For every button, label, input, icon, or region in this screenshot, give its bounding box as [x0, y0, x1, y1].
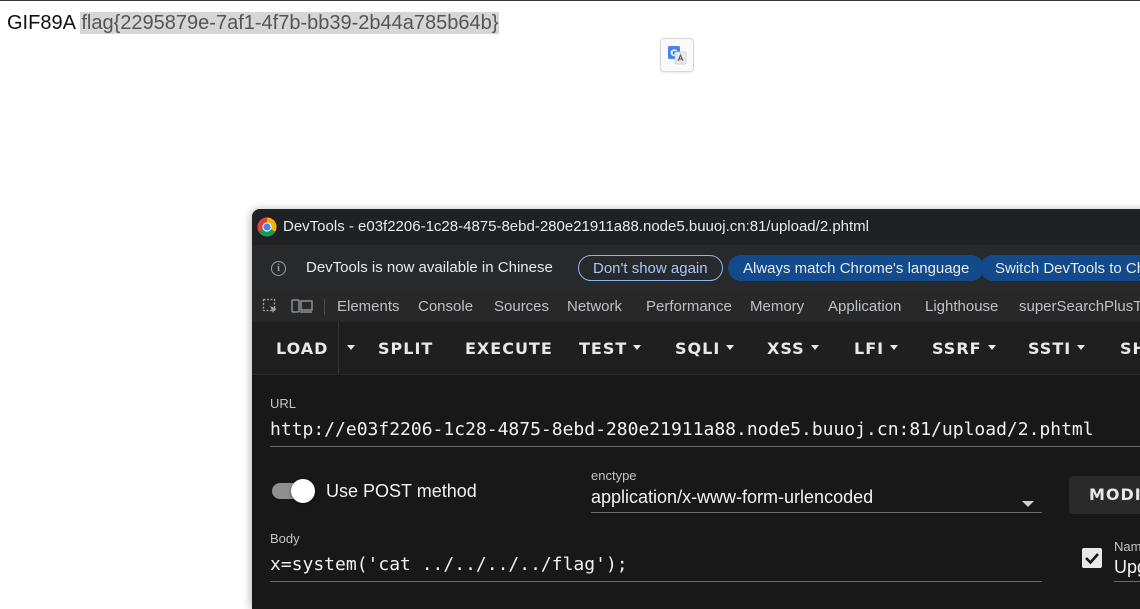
chevron-down-icon [890, 345, 899, 350]
always-match-language-button[interactable]: Always match Chrome's language [728, 255, 985, 281]
ssrf-label: SSRF [932, 339, 982, 358]
url-input[interactable]: http://e03f2206-1c28-4875-8ebd-280e21911… [270, 419, 1094, 440]
translate-glyph: G [668, 46, 687, 65]
url-input-underline [270, 446, 1140, 447]
hackbar-toolbar: LOAD SPLIT EXECUTE TEST SQLI XSS LFI SSR… [252, 322, 1140, 375]
enctype-label: enctype [591, 468, 637, 483]
ssrf-menu[interactable]: SSRF [932, 339, 996, 358]
chrome-icon [257, 217, 277, 237]
ssti-menu[interactable]: SSTI [1028, 339, 1086, 358]
sqli-label: SQLI [675, 339, 721, 358]
language-infobar: i DevTools is now available in Chinese D… [252, 245, 1140, 292]
sh-menu[interactable]: SH [1120, 339, 1140, 358]
tab-elements[interactable]: Elements [337, 298, 400, 315]
hackbar-form: URL http://e03f2206-1c28-4875-8ebd-280e2… [252, 375, 1140, 609]
chevron-down-icon [987, 345, 996, 350]
url-label: URL [270, 396, 297, 411]
xss-menu[interactable]: XSS [767, 339, 819, 358]
chevron-down-icon [810, 345, 819, 350]
google-translate-icon[interactable]: G [660, 38, 694, 72]
header-name-input[interactable]: Upg [1114, 557, 1140, 578]
tab-performance[interactable]: Performance [646, 298, 732, 315]
infobar-message: DevTools is now available in Chinese [306, 259, 553, 276]
post-method-toggle-knob[interactable] [291, 479, 315, 503]
device-toolbar-icon[interactable] [291, 298, 313, 315]
check-icon [1085, 553, 1099, 565]
body-label: Body [270, 531, 300, 546]
execute-button[interactable]: EXECUTE [465, 339, 553, 358]
lfi-label: LFI [854, 339, 885, 358]
load-dropdown-button[interactable] [341, 339, 355, 358]
sqli-menu[interactable]: SQLI [675, 339, 735, 358]
body-input-underline [270, 581, 1042, 582]
chevron-down-icon [726, 345, 735, 350]
header-name-label: Nam [1114, 539, 1140, 554]
devtools-tabbar: Elements Console Sources Network Perform… [252, 292, 1140, 323]
enctype-select[interactable]: application/x-www-form-urlencoded [591, 487, 873, 508]
inspect-element-icon[interactable] [262, 298, 279, 315]
chevron-down-icon [347, 345, 355, 350]
load-divider [338, 322, 339, 374]
dont-show-again-button[interactable]: Don't show again [578, 255, 723, 281]
modify-header-button[interactable]: MODIF [1069, 476, 1140, 514]
lfi-menu[interactable]: LFI [854, 339, 899, 358]
page-content: GIF89A flag{2295879e-7af1-4f7b-bb39-2b44… [7, 12, 500, 35]
post-method-label: Use POST method [326, 481, 477, 501]
devtools-title: DevTools - e03f2206-1c28-4875-8ebd-280e2… [283, 218, 870, 235]
chevron-down-icon[interactable] [1022, 501, 1034, 507]
tab-separator [324, 299, 325, 315]
test-menu[interactable]: TEST [579, 339, 642, 358]
header-enabled-checkbox[interactable] [1082, 548, 1102, 568]
switch-devtools-language-button[interactable]: Switch DevTools to Chi [980, 255, 1140, 281]
ssti-label: SSTI [1028, 339, 1072, 358]
tab-memory[interactable]: Memory [750, 298, 804, 315]
gif-header-text: GIF89A [7, 12, 75, 34]
devtools-titlebar[interactable]: DevTools - e03f2206-1c28-4875-8ebd-280e2… [252, 209, 1140, 245]
split-button[interactable]: SPLIT [378, 339, 433, 358]
tab-application[interactable]: Application [828, 298, 901, 315]
header-name-underline [1114, 581, 1140, 582]
tab-sources[interactable]: Sources [494, 298, 549, 315]
enctype-underline [591, 512, 1042, 513]
tab-console[interactable]: Console [418, 298, 473, 315]
info-icon: i [271, 261, 286, 276]
chevron-down-icon [1077, 345, 1086, 350]
tab-supersearchplus[interactable]: superSearchPlusTo [1019, 298, 1140, 315]
window-top-border [0, 0, 1140, 1]
test-label: TEST [579, 339, 628, 358]
tab-lighthouse[interactable]: Lighthouse [925, 298, 998, 315]
flag-text: flag{2295879e-7af1-4f7b-bb39-2b44a785b64… [80, 12, 500, 34]
load-button[interactable]: LOAD [276, 339, 328, 358]
chevron-down-icon [633, 345, 642, 350]
tab-network[interactable]: Network [567, 298, 622, 315]
body-input[interactable]: x=system('cat ../../../../flag'); [270, 554, 628, 575]
devtools-window[interactable]: DevTools - e03f2206-1c28-4875-8ebd-280e2… [252, 209, 1140, 609]
xss-label: XSS [767, 339, 805, 358]
